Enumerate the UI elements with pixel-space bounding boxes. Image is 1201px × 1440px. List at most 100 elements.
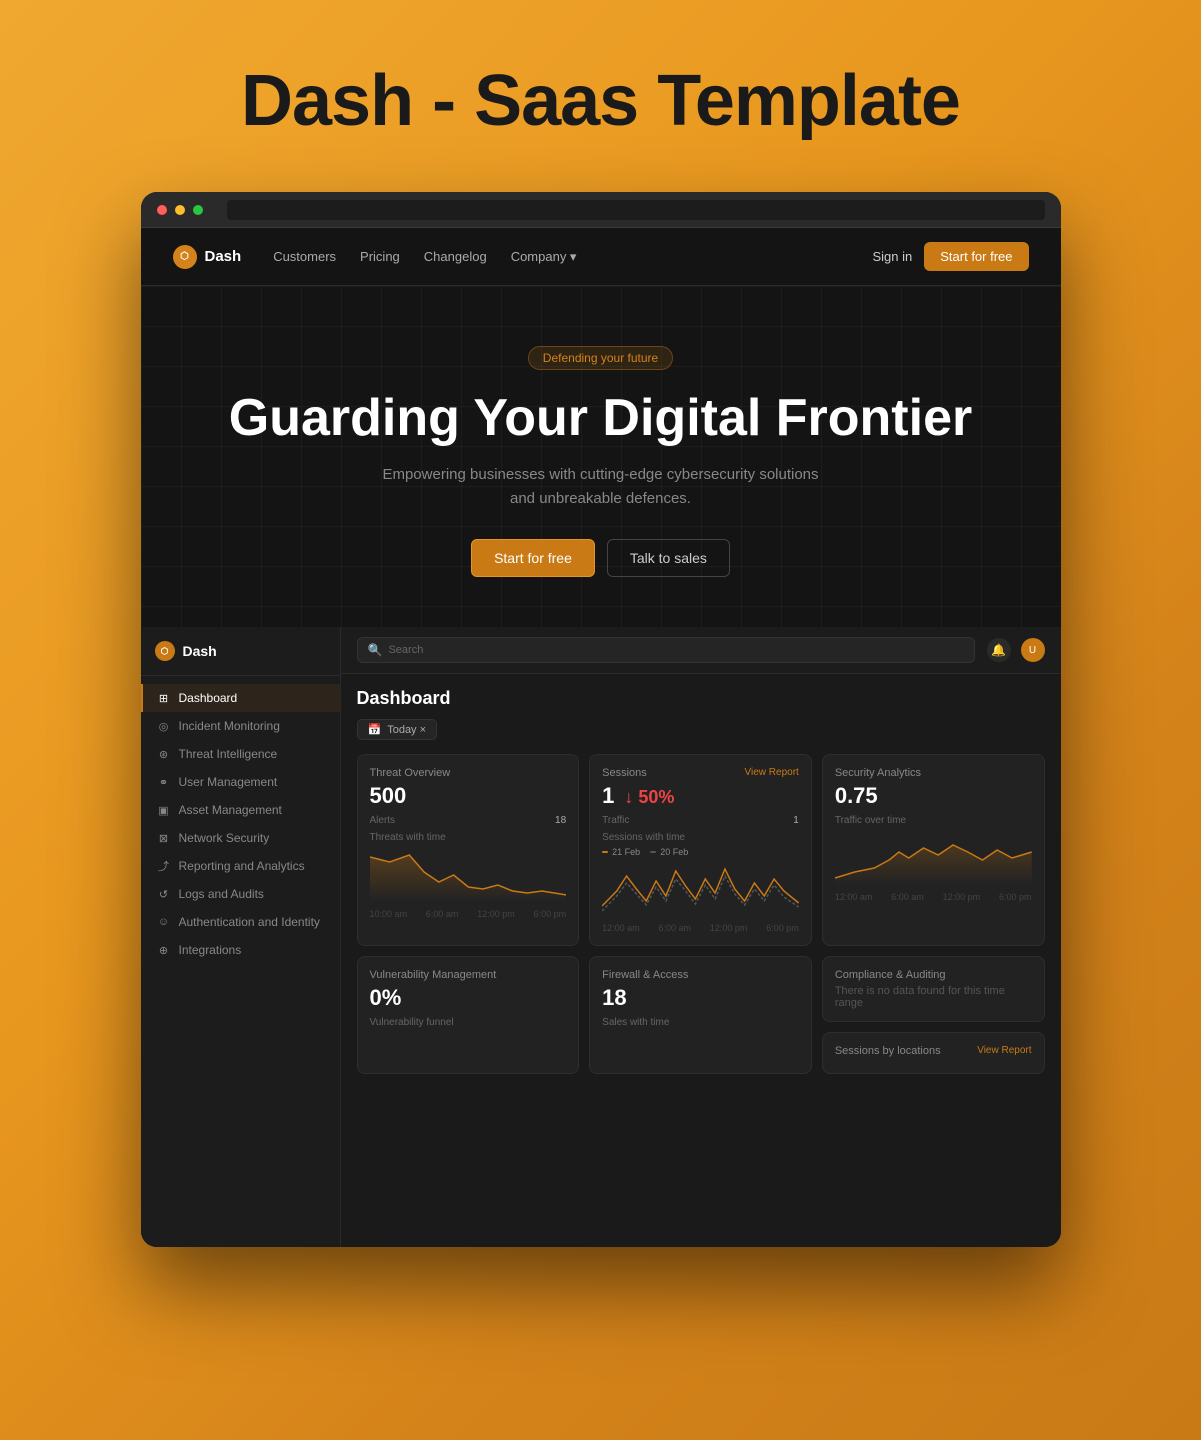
topbar: 🔍 Search 🔔 U	[341, 627, 1061, 674]
talk-to-sales-button[interactable]: Talk to sales	[607, 539, 730, 577]
start-free-button-nav[interactable]: Start for free	[924, 242, 1028, 271]
incident-icon: ◎	[157, 719, 171, 733]
landing-section: ⬡ Dash Customers Pricing Changelog Compa…	[141, 228, 1061, 627]
browser-dot-maximize	[193, 205, 203, 215]
dash-content: Dashboard 📅 Today × Threat Overview 500 …	[341, 674, 1061, 1247]
date-filter[interactable]: 📅 Today ×	[357, 719, 438, 740]
alerts-label: Alerts	[370, 815, 396, 826]
threat-alerts-row: Alerts 18	[370, 815, 567, 826]
sessions-header: Sessions View Report	[602, 767, 799, 783]
sidebar-item-dashboard[interactable]: ⊞ Dashboard	[141, 684, 340, 712]
start-free-button-hero[interactable]: Start for free	[471, 539, 595, 577]
sidebar-item-integrations[interactable]: ⊕ Integrations	[141, 936, 340, 964]
threat-icon: ⊛	[157, 747, 171, 761]
sidebar-label-reporting: Reporting and Analytics	[179, 859, 305, 873]
vuln-chart-label: Vulnerability funnel	[370, 1017, 567, 1028]
auth-icon: ☺	[157, 915, 171, 929]
sidebar-item-threat[interactable]: ⊛ Threat Intelligence	[141, 740, 340, 768]
dot-orange	[602, 851, 608, 853]
browser-dot-minimize	[175, 205, 185, 215]
integrations-icon: ⊕	[157, 943, 171, 957]
hero-subtitle: Empowering businesses with cutting-edge …	[381, 463, 821, 511]
hero-buttons: Start for free Talk to sales	[173, 539, 1029, 577]
threat-title: Threat Overview	[370, 767, 567, 779]
nav-links: Customers Pricing Changelog Company ▾	[273, 248, 576, 266]
dashboard-section: ⬡ Dash ⊞ Dashboard ◎ Incident Monitoring…	[141, 627, 1061, 1247]
sessions-x-axis: 12:00 am6:00 am12:00 pm6:00 pm	[602, 923, 799, 933]
topbar-actions: 🔔 U	[987, 638, 1045, 662]
search-bar[interactable]: 🔍 Search	[357, 637, 975, 663]
browser-dot-close	[157, 205, 167, 215]
dot-gray	[650, 851, 656, 853]
main-content: 🔍 Search 🔔 U Dashboard 📅 Today ×	[341, 627, 1061, 1247]
sessions-view-report[interactable]: View Report	[745, 767, 799, 778]
sidebar-label-logs: Logs and Audits	[179, 887, 264, 901]
signin-button[interactable]: Sign in	[873, 249, 913, 264]
threat-chart	[370, 847, 567, 902]
right-column: Compliance & Auditing There is no data f…	[822, 956, 1045, 1074]
calendar-icon: 📅	[368, 723, 382, 736]
sessions-traffic-row: Traffic 1	[602, 815, 799, 826]
hero-title: Guarding Your Digital Frontier	[173, 390, 1029, 447]
locations-title: Sessions by locations	[835, 1045, 941, 1057]
nav-logo: ⬡ Dash	[173, 245, 242, 269]
sidebar-item-auth[interactable]: ☺ Authentication and Identity	[141, 908, 340, 936]
nav-pricing[interactable]: Pricing	[360, 249, 400, 264]
search-icon: 🔍	[368, 643, 383, 657]
sessions-locations-card: Sessions by locations View Report	[822, 1032, 1045, 1074]
compliance-title: Compliance & Auditing	[835, 969, 1032, 981]
reporting-icon: ⤴	[157, 859, 171, 873]
sessions-title: Sessions	[602, 767, 647, 779]
sidebar-item-incident[interactable]: ◎ Incident Monitoring	[141, 712, 340, 740]
nav-company[interactable]: Company ▾	[511, 249, 577, 264]
vuln-value: 0%	[370, 985, 567, 1011]
alerts-value: 18	[555, 815, 566, 826]
threat-overview-card: Threat Overview 500 Alerts 18 Threats wi…	[357, 754, 580, 946]
sidebar-item-reporting[interactable]: ⤴ Reporting and Analytics	[141, 852, 340, 880]
sidebar-label-incident: Incident Monitoring	[179, 719, 280, 733]
sidebar-item-user[interactable]: ⚭ User Management	[141, 768, 340, 796]
sessions-values: 1 ↓ 50%	[602, 783, 799, 815]
sessions-legend: 21 Feb 20 Feb	[602, 847, 799, 857]
sidebar-item-asset[interactable]: ▣ Asset Management	[141, 796, 340, 824]
hero-badge: Defending your future	[528, 346, 673, 370]
browser-frame: ⬡ Dash Customers Pricing Changelog Compa…	[141, 192, 1061, 1247]
user-icon: ⚭	[157, 775, 171, 789]
compliance-no-data: There is no data found for this time ran…	[835, 985, 1032, 1009]
firewall-card: Firewall & Access 18 Sales with time	[589, 956, 812, 1074]
hero-section: Defending your future Guarding Your Digi…	[141, 286, 1061, 627]
sidebar-item-network[interactable]: ⊠ Network Security	[141, 824, 340, 852]
security-chart	[835, 830, 1032, 885]
sidebar-label-user: User Management	[179, 775, 278, 789]
compliance-card: Compliance & Auditing There is no data f…	[822, 956, 1045, 1022]
notifications-icon[interactable]: 🔔	[987, 638, 1011, 662]
sidebar-label-dashboard: Dashboard	[179, 691, 238, 705]
traffic-value: 1	[793, 815, 799, 826]
nav-logo-icon: ⬡	[173, 245, 197, 269]
firewall-title: Firewall & Access	[602, 969, 799, 981]
search-placeholder: Search	[388, 644, 423, 656]
sessions-card: Sessions View Report 1 ↓ 50% Traffic 1 S…	[589, 754, 812, 946]
dashboard-title: Dashboard	[357, 688, 1045, 709]
locations-header: Sessions by locations View Report	[835, 1045, 1032, 1061]
avatar[interactable]: U	[1021, 638, 1045, 662]
locations-view-report[interactable]: View Report	[977, 1045, 1031, 1056]
security-chart-label: Traffic over time	[835, 815, 1032, 826]
nav-actions: Sign in Start for free	[873, 242, 1029, 271]
nav-changelog[interactable]: Changelog	[424, 249, 487, 264]
asset-icon: ▣	[157, 803, 171, 817]
threat-chart-label: Threats with time	[370, 832, 567, 843]
sessions-chart-label: Sessions with time	[602, 832, 799, 843]
nav-customers[interactable]: Customers	[273, 249, 336, 264]
sidebar-item-logs[interactable]: ↺ Logs and Audits	[141, 880, 340, 908]
sidebar-label-auth: Authentication and Identity	[179, 915, 320, 929]
security-x-axis: 12:00 am6:00 am12:00 pm6:00 pm	[835, 892, 1032, 902]
nav-logo-text: Dash	[205, 248, 242, 265]
browser-address-bar	[227, 200, 1045, 220]
legend-21-feb: 21 Feb	[602, 847, 640, 857]
legend-20-feb: 20 Feb	[650, 847, 688, 857]
sessions-value: 1	[602, 783, 614, 809]
sidebar-label-asset: Asset Management	[179, 803, 282, 817]
vuln-title: Vulnerability Management	[370, 969, 567, 981]
dashboard-icon: ⊞	[157, 691, 171, 705]
